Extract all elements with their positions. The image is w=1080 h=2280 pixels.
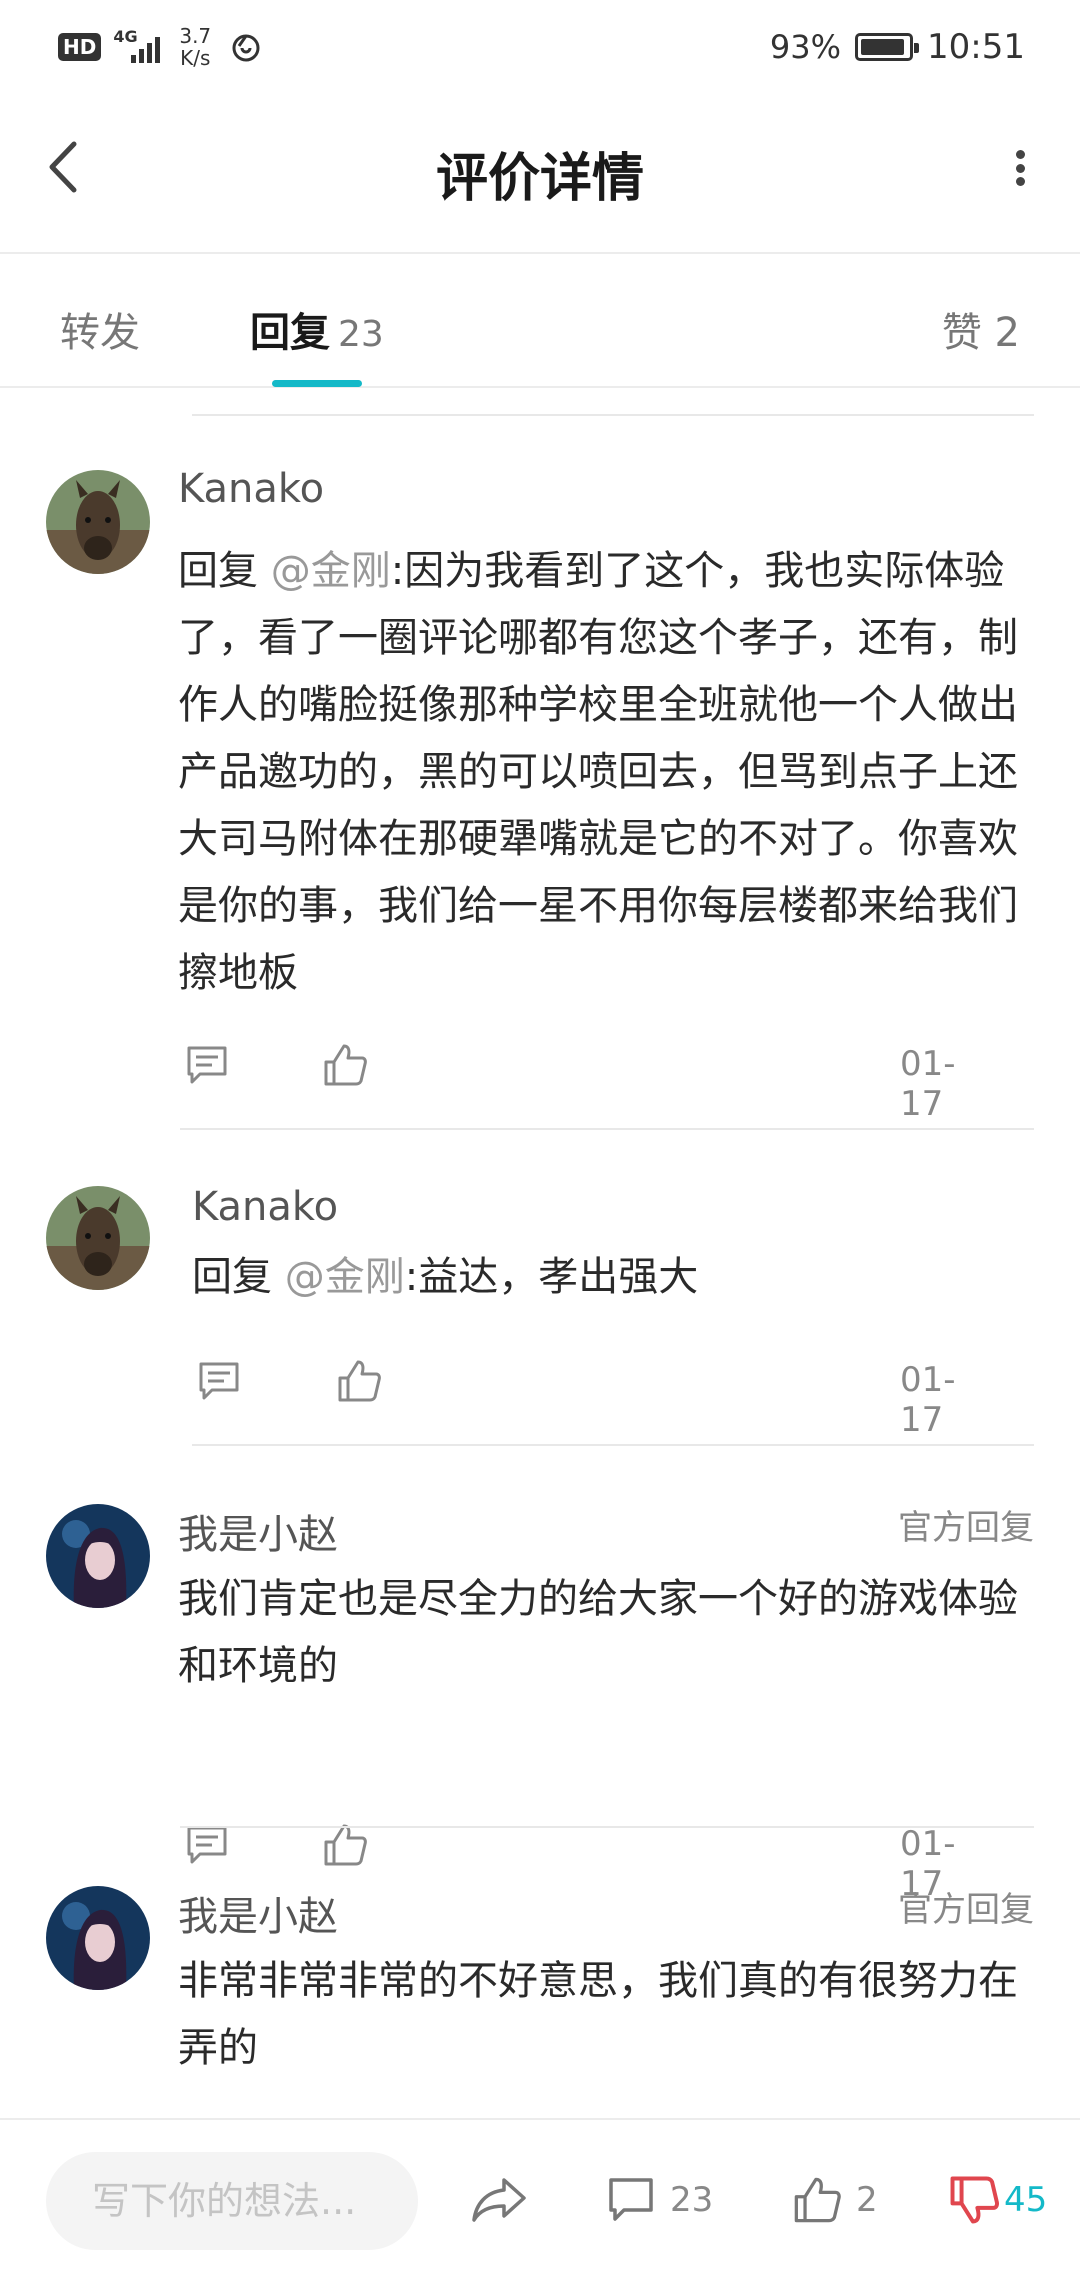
comment-actions: 01-17: [180, 1042, 990, 1124]
comment-list[interactable]: Kanako 回复 @金刚:因为我看到了这个，我也实际体验了，看了一圈评论哪都有…: [0, 390, 1080, 2120]
speed-value: 3.7: [179, 24, 212, 48]
comment-count: 23: [670, 2180, 714, 2220]
mention-link[interactable]: @金刚: [271, 548, 391, 594]
thumbs-up-icon[interactable]: [322, 1822, 368, 1868]
username[interactable]: 我是小赵: [178, 1502, 338, 1560]
thumbs-up-icon: [794, 2177, 841, 2223]
status-right: 93% 10:51: [770, 22, 1025, 72]
avatar[interactable]: [46, 1886, 150, 1990]
comment-body: :因为我看到了这个，我也实际体验了，看了一圈评论哪都有您这个孝子，还有，制作人的…: [178, 548, 1018, 996]
share-button[interactable]: [470, 2170, 528, 2230]
horse-avatar-image: [46, 1186, 150, 1290]
anime-girl-avatar-image: [46, 1504, 150, 1608]
page-title: 评价详情: [435, 149, 644, 209]
comment-text: 我们肯定也是尽全力的给大家一个好的游戏体验和环境的: [178, 1566, 1034, 1700]
signal-icon: 4G: [111, 27, 171, 67]
status-left: HD 4G 3.7 K/s: [58, 22, 263, 72]
reply-prefix: 回复: [178, 548, 271, 594]
anime-girl-avatar-image: [46, 1886, 150, 1990]
thumbs-up-icon[interactable]: [336, 1358, 382, 1404]
comment-input[interactable]: 写下你的想法...: [46, 2152, 418, 2250]
tab-like[interactable]: 赞 2: [942, 300, 1020, 358]
more-button[interactable]: [1008, 138, 1032, 198]
tab-forward[interactable]: 转发: [60, 300, 140, 358]
tab-bar: 转发 回复 23 赞 2: [0, 256, 1080, 388]
battery-percent: 93%: [769, 28, 842, 66]
comment-item: Kanako 回复 @金刚:因为我看到了这个，我也实际体验了，看了一圈评论哪都有…: [0, 466, 1080, 996]
divider: [192, 414, 1034, 416]
comment-count-button[interactable]: 23: [606, 2170, 713, 2230]
mention-link[interactable]: @金刚: [285, 1254, 405, 1300]
comment-body: 非常非常非常的不好意思，我们真的有很努力在弄的: [178, 1958, 1018, 2071]
comment-text: 回复 @金刚:益达，孝出强大: [192, 1244, 1034, 1311]
status-bar: HD 4G 3.7 K/s 93% 10:51: [0, 0, 1080, 92]
clock: 10:51: [927, 27, 1025, 67]
comment-body: 我们肯定也是尽全力的给大家一个好的游戏体验和环境的: [178, 1576, 1018, 1689]
comment-icon: [609, 2178, 653, 2221]
title-bar: 评价详情: [0, 92, 1080, 254]
like-button[interactable]: 2: [792, 2170, 878, 2230]
comment-date: 01-17: [900, 1360, 956, 1440]
divider: [180, 1128, 1034, 1130]
comment-item: 我是小赵 官方回复 我们肯定也是尽全力的给大家一个好的游戏体验和环境的: [0, 1504, 1080, 1724]
tab-reply[interactable]: 回复 23: [250, 300, 384, 358]
bottom-action-bar: 写下你的想法... 23 2 45: [0, 2118, 1080, 2280]
tab-like-count: 2: [994, 310, 1020, 356]
thumbs-up-icon[interactable]: [322, 1042, 368, 1088]
comment-item: 我是小赵 官方回复 非常非常非常的不好意思，我们真的有很努力在弄的: [0, 1886, 1080, 2120]
comment-text: 非常非常非常的不好意思，我们真的有很努力在弄的: [178, 1948, 1034, 2082]
tab-active-indicator: [272, 380, 362, 387]
username[interactable]: 我是小赵: [178, 1884, 338, 1942]
comment-icon[interactable]: [196, 1358, 242, 1404]
tab-forward-label: 转发: [60, 310, 140, 356]
tab-reply-count: 23: [338, 314, 384, 355]
horse-avatar-image: [46, 470, 150, 574]
speed-unit: K/s: [180, 46, 211, 70]
dislike-count: 45: [1004, 2180, 1048, 2220]
hd-badge: HD: [58, 33, 102, 61]
like-count: 2: [856, 2180, 878, 2220]
comment-date: 01-17: [900, 1044, 956, 1124]
comment-actions: 01-17: [194, 1358, 990, 1440]
official-reply-badge: 官方回复: [898, 1890, 1034, 1930]
comment-item: Kanako 回复 @金刚:益达，孝出强大: [0, 1184, 1080, 1366]
divider: [180, 1826, 1034, 1828]
network-speed: 3.7 K/s: [179, 25, 211, 69]
avatar[interactable]: [46, 470, 150, 574]
official-reply-badge: 官方回复: [898, 1508, 1034, 1548]
share-icon: [472, 2178, 526, 2222]
dislike-button[interactable]: 45: [948, 2170, 1047, 2230]
divider: [192, 1444, 1034, 1446]
more-vertical-icon: [1015, 150, 1025, 159]
reply-prefix: 回复: [192, 1254, 285, 1300]
comment-actions: 01-17: [180, 1822, 990, 1904]
nfc-icon: [232, 34, 260, 62]
comment-icon[interactable]: [184, 1042, 230, 1088]
comment-text: 回复 @金刚:因为我看到了这个，我也实际体验了，看了一圈评论哪都有您这个孝子，还…: [178, 538, 1034, 1007]
tab-reply-label: 回复: [250, 310, 330, 356]
thumbs-down-icon: [950, 2176, 1000, 2224]
avatar[interactable]: [46, 1504, 150, 1608]
username[interactable]: Kanako: [192, 1184, 338, 1230]
avatar[interactable]: [46, 1186, 150, 1290]
battery-icon: [855, 33, 920, 61]
comment-icon[interactable]: [184, 1822, 230, 1868]
comment-body: :益达，孝出强大: [404, 1254, 699, 1300]
username[interactable]: Kanako: [178, 466, 324, 512]
tab-like-label: 赞: [941, 310, 982, 356]
